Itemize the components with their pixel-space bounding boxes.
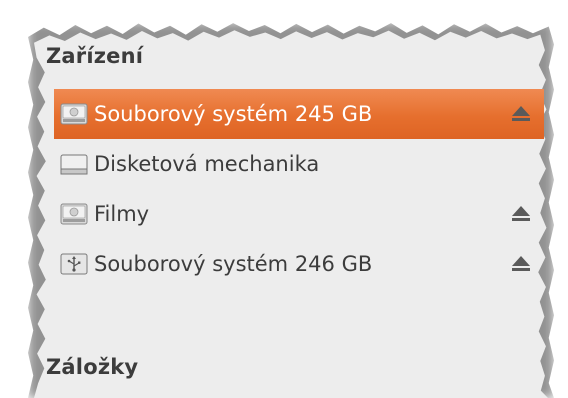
usb-drive-icon	[54, 239, 94, 289]
sidebar-item-floppy-drive[interactable]: Disketová mechanika	[54, 139, 544, 189]
floppy-drive-icon	[54, 139, 94, 189]
eject-icon[interactable]	[504, 89, 538, 139]
harddisk-icon	[54, 189, 94, 239]
sidebar-item-filesystem-246gb[interactable]: Souborový systém 246 GB	[54, 239, 544, 289]
sidebar-item-filesystem-245gb[interactable]: Souborový systém 245 GB	[54, 89, 544, 139]
screenshot-stage: Zařízení Souborový systém 245 GB Disketo…	[0, 0, 568, 398]
sidebar-item-label: Souborový systém 246 GB	[94, 252, 373, 276]
eject-icon[interactable]	[504, 239, 538, 289]
section-heading-bookmarks: Záložky	[46, 355, 139, 379]
sidebar-item-label: Disketová mechanika	[94, 152, 320, 176]
section-heading-devices: Zařízení	[46, 44, 144, 68]
harddisk-icon	[54, 89, 94, 139]
sidebar-item-label: Filmy	[94, 202, 150, 226]
sidebar-item-label: Souborový systém 245 GB	[94, 102, 373, 126]
eject-icon[interactable]	[504, 189, 538, 239]
sidebar-item-filmy[interactable]: Filmy	[54, 189, 544, 239]
devices-list: Souborový systém 245 GB Disketová mechan…	[54, 89, 544, 289]
